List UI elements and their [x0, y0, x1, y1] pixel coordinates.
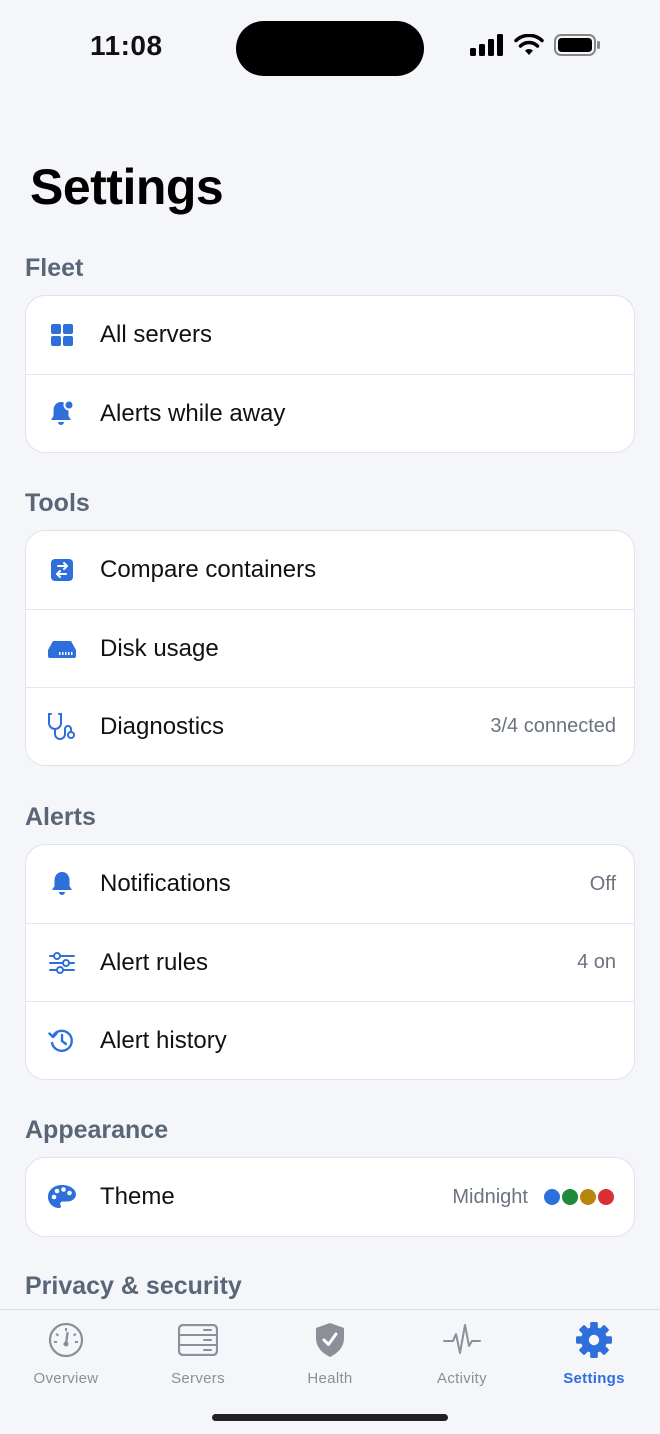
tab-servers-label: Servers: [171, 1370, 225, 1387]
tab-settings[interactable]: Settings: [528, 1320, 660, 1387]
tab-health[interactable]: Health: [264, 1320, 396, 1387]
stethoscope-icon: [46, 711, 78, 743]
compare-icon: [46, 554, 78, 586]
section-header-tools: Tools: [25, 489, 90, 517]
tab-servers[interactable]: Servers: [132, 1320, 264, 1387]
tab-health-label: Health: [307, 1370, 353, 1387]
tools-card: Compare containers Disk usage Diagnostic…: [25, 530, 635, 766]
swatch-red: [598, 1189, 614, 1205]
theme-swatches: [542, 1189, 614, 1205]
palette-icon: [46, 1181, 78, 1213]
notifications-label: Notifications: [100, 870, 231, 897]
diagnostics-status: 3/4 connected: [490, 715, 616, 737]
home-indicator[interactable]: [212, 1414, 448, 1421]
drive-icon: [46, 633, 78, 665]
history-icon: [46, 1025, 78, 1057]
disk-usage-label: Disk usage: [100, 634, 219, 662]
shield-check-icon: [310, 1320, 350, 1360]
fleet-card: All servers Alerts while away: [25, 295, 635, 453]
alert-rules-label: Alert rules: [100, 948, 209, 976]
swatch-green: [562, 1189, 578, 1205]
tab-overview[interactable]: Overview: [0, 1320, 132, 1387]
tab-settings-label: Settings: [563, 1370, 625, 1387]
alert-history-label: Alert history: [100, 1026, 227, 1054]
page-title: Settings: [30, 159, 224, 215]
section-header-alerts: Alerts: [25, 803, 96, 831]
diagnostics-row[interactable]: Diagnostics 3/4 connected: [26, 687, 634, 765]
status-bar: 11:08: [0, 0, 660, 96]
gear-icon: [574, 1320, 614, 1360]
alerts-while-away-label: Alerts while away: [100, 399, 286, 427]
bell-badge-icon: [46, 398, 78, 430]
tab-overview-label: Overview: [33, 1370, 99, 1387]
battery-icon: [554, 34, 600, 56]
signal-icon: [470, 34, 503, 56]
server-rack-icon: [178, 1320, 218, 1360]
swatch-amber: [580, 1189, 596, 1205]
tab-activity-label: Activity: [437, 1370, 487, 1387]
compare-containers-row[interactable]: Compare containers: [26, 531, 634, 609]
all-servers-label: All servers: [100, 321, 213, 348]
theme-value: Midnight: [452, 1185, 528, 1208]
section-header-fleet: Fleet: [25, 254, 84, 282]
grid-icon: [46, 319, 78, 351]
theme-label: Theme: [100, 1183, 175, 1210]
gauge-icon: [46, 1320, 86, 1360]
tab-activity[interactable]: Activity: [396, 1320, 528, 1387]
section-header-appearance: Appearance: [25, 1116, 169, 1144]
section-header-privacy: Privacy & security: [25, 1272, 242, 1300]
alert-history-row[interactable]: Alert history: [26, 1001, 634, 1079]
dynamic-island: [236, 21, 424, 76]
notifications-row[interactable]: Notifications Off: [26, 845, 634, 923]
sliders-icon: [46, 947, 78, 979]
appearance-card: Theme Midnight: [25, 1157, 635, 1237]
alerts-while-away-row[interactable]: Alerts while away: [26, 374, 634, 452]
waveform-icon: [442, 1320, 482, 1360]
compare-containers-label: Compare containers: [100, 556, 317, 583]
notifications-status: Off: [589, 872, 616, 895]
alert-rules-row[interactable]: Alert rules 4 on: [26, 923, 634, 1001]
bell-icon: [46, 868, 78, 900]
alerts-card: Notifications Off Alert rules 4 on Alert…: [25, 844, 635, 1080]
theme-row[interactable]: Theme Midnight: [26, 1158, 634, 1236]
all-servers-row[interactable]: All servers: [26, 296, 634, 374]
status-icons: [470, 34, 600, 56]
swatch-blue: [544, 1189, 560, 1205]
wifi-icon: [514, 34, 544, 55]
disk-usage-row[interactable]: Disk usage: [26, 609, 634, 687]
alert-rules-count: 4 on: [577, 951, 616, 973]
diagnostics-label: Diagnostics: [100, 712, 225, 740]
status-time: 11:08: [90, 30, 163, 61]
